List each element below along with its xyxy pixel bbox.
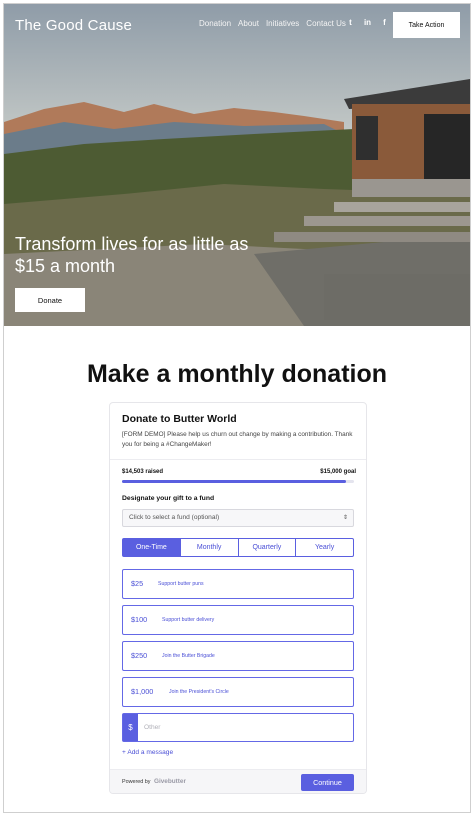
progress-fill xyxy=(122,480,347,483)
powered-by-label: Powered by xyxy=(122,779,151,785)
progress-bar xyxy=(122,480,354,483)
facebook-icon[interactable]: f xyxy=(380,18,389,27)
other-amount-field[interactable]: $ Other xyxy=(122,713,354,742)
add-message-link[interactable]: + Add a message xyxy=(122,749,173,756)
tab-monthly[interactable]: Monthly xyxy=(180,538,239,557)
divider xyxy=(110,459,366,460)
nav-donation[interactable]: Donation xyxy=(199,19,231,28)
other-amount-placeholder: Other xyxy=(144,724,161,731)
site-logo[interactable]: The Good Cause xyxy=(15,17,132,34)
main-nav: Donation About Initiatives Contact Us xyxy=(199,19,346,28)
amount-description: Support butter delivery xyxy=(162,617,215,623)
scrollbar-thumb[interactable] xyxy=(470,326,471,498)
form-description: [FORM DEMO] Please help us churn out cha… xyxy=(122,431,353,448)
amount-value: $100 xyxy=(131,615,148,624)
hero-title: Transform lives for as little as $15 a m… xyxy=(15,234,249,276)
tab-yearly[interactable]: Yearly xyxy=(296,538,354,557)
frequency-tabs: One-Time Monthly Quarterly Yearly xyxy=(122,538,354,557)
amount-description: Join the Butter Brigade xyxy=(162,653,215,659)
amount-value: $1,000 xyxy=(131,687,154,696)
hero-donate-button[interactable]: Donate xyxy=(15,288,85,312)
fund-select[interactable]: Click to select a fund (optional) ⇕ xyxy=(122,509,354,527)
twitter-icon[interactable]: t xyxy=(346,18,355,27)
nav-contact-us[interactable]: Contact Us xyxy=(306,19,346,28)
amount-option-250[interactable]: $250 Join the Butter Brigade xyxy=(122,641,354,671)
browser-viewport: The Good Cause Donation About Initiative… xyxy=(3,3,471,813)
nav-initiatives[interactable]: Initiatives xyxy=(266,19,299,28)
scrollbar[interactable] xyxy=(470,4,471,813)
take-action-button[interactable]: Take Action xyxy=(393,12,460,38)
donation-form-card: Donate to Butter World [FORM DEMO] Pleas… xyxy=(109,402,367,794)
amount-raised: $14,503 raised xyxy=(122,469,164,475)
nav-about[interactable]: About xyxy=(238,19,259,28)
continue-button[interactable]: Continue xyxy=(301,774,354,791)
fund-select-value: Click to select a fund (optional) xyxy=(129,514,220,521)
powered-by: Powered by Givebutter xyxy=(122,770,186,793)
form-footer: Powered by Givebutter Continue xyxy=(110,769,366,793)
form-title: Donate to Butter World xyxy=(122,413,237,425)
select-arrows-icon: ⇕ xyxy=(342,515,348,521)
givebutter-logo[interactable]: Givebutter xyxy=(154,778,186,785)
tab-one-time[interactable]: One-Time xyxy=(122,538,181,557)
amount-value: $250 xyxy=(131,651,148,660)
hero-landscape-image xyxy=(4,4,470,326)
amount-option-100[interactable]: $100 Support butter delivery xyxy=(122,605,354,635)
amount-value: $25 xyxy=(131,579,144,588)
amount-description: Join the President's Circle xyxy=(169,689,229,695)
social-links: t in f xyxy=(346,18,389,27)
linkedin-icon[interactable]: in xyxy=(363,18,372,27)
amount-option-1000[interactable]: $1,000 Join the President's Circle xyxy=(122,677,354,707)
hero-section: The Good Cause Donation About Initiative… xyxy=(4,4,470,326)
tab-quarterly[interactable]: Quarterly xyxy=(238,538,297,557)
currency-symbol: $ xyxy=(123,714,138,741)
goal-amount: $15,000 goal xyxy=(320,469,356,475)
amount-option-25[interactable]: $25 Support butter puns xyxy=(122,569,354,599)
amount-description: Support butter puns xyxy=(158,581,204,587)
page-heading: Make a monthly donation xyxy=(86,360,388,388)
page: The Good Cause Donation About Initiative… xyxy=(0,0,474,822)
fund-label: Designate your gift to a fund xyxy=(122,495,215,502)
